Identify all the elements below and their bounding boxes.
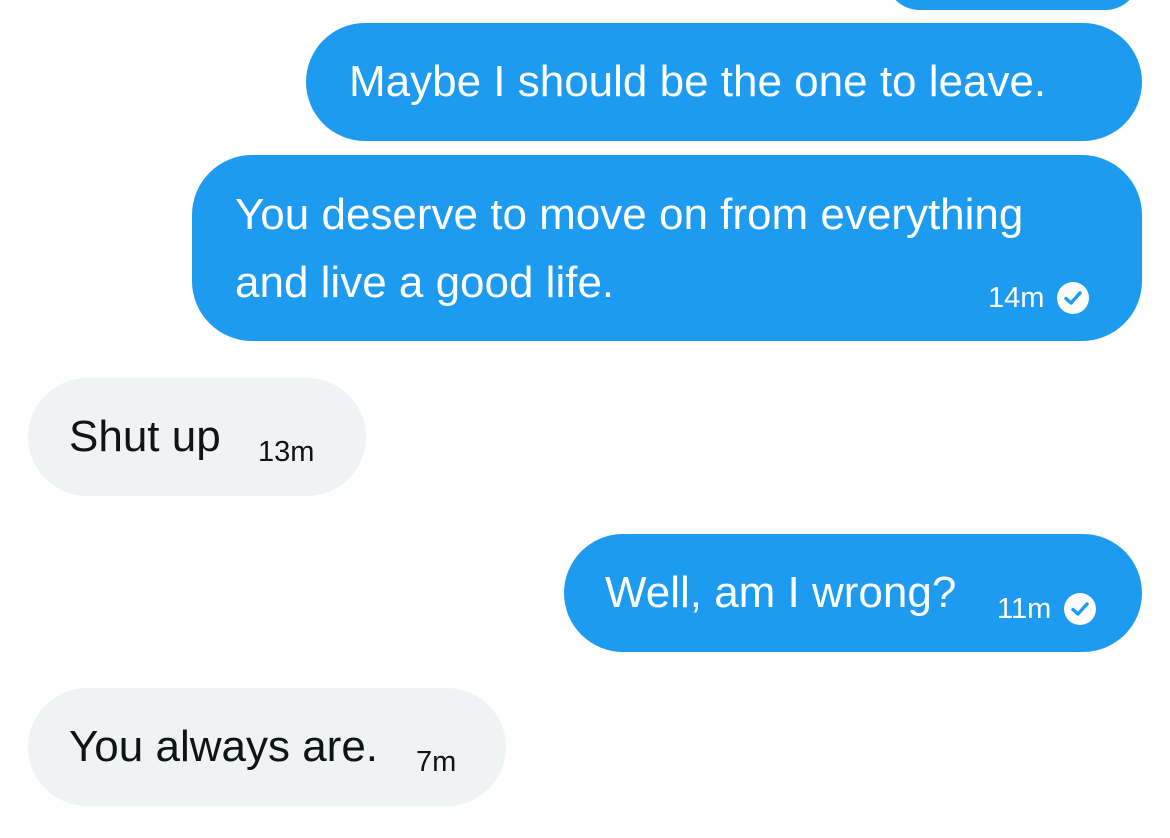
check-circle-icon	[1057, 282, 1090, 314]
message-text: Shut up	[69, 412, 221, 461]
message-text-line-1: You deserve to move on from everything	[235, 190, 1024, 239]
message-timestamp: 13m	[258, 436, 315, 468]
sent-message-bubble[interactable]: Well, am I wrong? 11m	[564, 534, 1142, 652]
message-timestamp: 7m	[416, 746, 457, 778]
partial-message-bubble[interactable]	[885, 0, 1140, 10]
sent-message-bubble[interactable]: You deserve to move on from everything a…	[192, 155, 1142, 341]
message-text: Well, am I wrong?	[605, 568, 957, 617]
check-circle-icon	[1064, 593, 1097, 625]
message-text: You always are.	[69, 722, 379, 771]
message-timestamp: 14m	[988, 281, 1045, 314]
received-message-bubble[interactable]: Shut up 13m	[28, 378, 366, 496]
received-message-bubble[interactable]: You always are. 7m	[28, 688, 506, 806]
message-text-line-2: and live a good life.	[235, 258, 615, 307]
sent-message-bubble[interactable]: Maybe I should be the one to leave.	[306, 23, 1142, 141]
message-timestamp: 11m	[997, 592, 1052, 625]
message-text: Maybe I should be the one to leave.	[349, 57, 1047, 106]
